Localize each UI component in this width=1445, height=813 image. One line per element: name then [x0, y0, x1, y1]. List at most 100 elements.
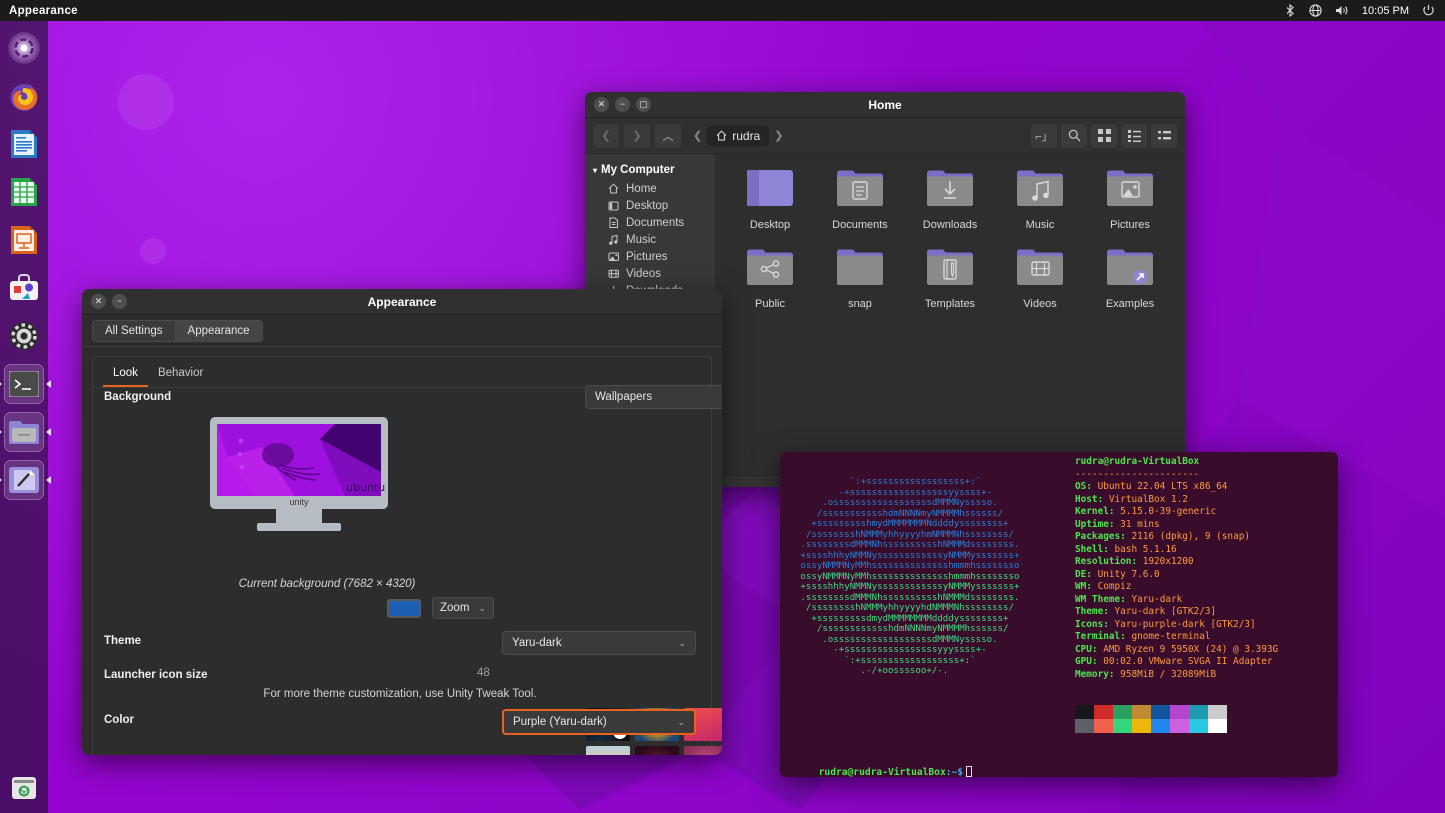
launcher-item-firefox[interactable]	[4, 76, 44, 116]
appearance-titlebar[interactable]: ✕ − Appearance	[82, 289, 722, 315]
wallpaper-thumbnail[interactable]	[586, 746, 630, 755]
launcher-item-libreoffice-calc[interactable]	[4, 172, 44, 212]
prompt-user: rudra@rudra-VirtualBox	[819, 767, 946, 778]
file-item[interactable]: Pictures	[1085, 168, 1175, 231]
back-icon[interactable]: ❮	[593, 124, 619, 148]
terminal-window[interactable]: `:+ssssssssssssssssss+:` -+sssssssssssss…	[780, 452, 1338, 777]
compact-view-icon[interactable]	[1151, 124, 1177, 148]
file-manager-titlebar[interactable]: ✕ − ▢ Home	[585, 92, 1185, 118]
file-item[interactable]: Documents	[815, 168, 905, 231]
sidebar-item-documents[interactable]: Documents	[585, 214, 715, 231]
desktop-icon	[607, 200, 620, 211]
wallpaper-thumbnail[interactable]	[684, 746, 712, 755]
wallpaper-source-select[interactable]: Wallpapers ⌄	[585, 385, 712, 409]
theme-select[interactable]: Yaru-dark ⌄	[502, 631, 696, 655]
file-item[interactable]: Music	[995, 168, 1085, 231]
path-prev-icon[interactable]: ❮	[690, 129, 705, 142]
power-icon[interactable]	[1422, 4, 1435, 17]
folder-icon	[1107, 168, 1153, 208]
libreoffice-calc-icon	[8, 176, 40, 208]
system-settings-icon	[8, 320, 40, 352]
libreoffice-impress-icon	[8, 224, 40, 256]
file-item[interactable]: Templates	[905, 247, 995, 310]
launcher-item-terminal[interactable]	[4, 364, 44, 404]
sidebar-item-videos[interactable]: Videos	[585, 265, 715, 282]
color-select[interactable]: Purple (Yaru-dark) ⌄	[502, 709, 696, 735]
ubuntu-dash-icon	[7, 31, 41, 65]
terminal-output[interactable]: `:+ssssssssssssssssss+:` -+sssssssssssss…	[780, 452, 1338, 777]
minimize-icon[interactable]: −	[615, 97, 630, 112]
all-settings-button[interactable]: All Settings	[92, 320, 176, 342]
terminal-prompt[interactable]: rudra@rudra-VirtualBox:~$	[784, 755, 972, 777]
forward-icon[interactable]: ❯	[624, 124, 650, 148]
close-icon[interactable]: ✕	[91, 294, 106, 309]
file-item[interactable]: Desktop	[725, 168, 815, 231]
bluetooth-icon[interactable]	[1284, 4, 1296, 17]
launcher-item-system-settings[interactable]	[4, 316, 44, 356]
volume-icon[interactable]	[1335, 4, 1349, 17]
path-next-icon[interactable]: ❯	[771, 129, 786, 142]
file-item[interactable]: Downloads	[905, 168, 995, 231]
appearance-button[interactable]: Appearance	[176, 320, 263, 342]
picture-icon	[607, 251, 620, 262]
sidebar-header-label: My Computer	[601, 164, 674, 176]
folder-icon	[1017, 247, 1063, 287]
launcher-item-libreoffice-writer[interactable]	[4, 124, 44, 164]
folder-icon	[747, 247, 793, 287]
minimize-icon[interactable]: −	[112, 294, 127, 309]
neofetch-row: Uptime: 31 mins	[1075, 519, 1278, 532]
maximize-icon[interactable]: ▢	[636, 97, 651, 112]
terminal-icon	[9, 371, 39, 397]
background-zoom-select[interactable]: Zoom ⌄	[432, 597, 494, 619]
music-note-icon	[607, 234, 620, 245]
launcher-item-files[interactable]	[4, 412, 44, 452]
network-icon[interactable]	[1309, 4, 1322, 17]
sidebar-item-pictures[interactable]: Pictures	[585, 248, 715, 265]
launcher-item-ubuntu-software[interactable]	[4, 268, 44, 308]
launcher-item-ubuntu-dash[interactable]	[4, 28, 44, 68]
palette-swatch	[1075, 719, 1094, 733]
file-manager-icon-view[interactable]: DesktopDocumentsDownloads Music Pictures Pu…	[715, 154, 1185, 475]
files-icon	[8, 419, 40, 446]
tab-look[interactable]: Look	[103, 363, 148, 387]
tab-behavior[interactable]: Behavior	[148, 363, 213, 387]
sidebar-item-music[interactable]: Music	[585, 231, 715, 248]
file-manager-toolbar: ❮ ❯ ︿ ❮ rudra ❯ ⌐」	[585, 118, 1185, 154]
file-item[interactable]: Public	[725, 247, 815, 310]
ubuntu-software-icon	[8, 272, 40, 304]
video-icon	[607, 268, 620, 279]
launcher-item-appearance[interactable]	[4, 460, 44, 500]
list-view-icon[interactable]	[1121, 124, 1147, 148]
close-icon[interactable]: ✕	[594, 97, 609, 112]
file-name: Music	[1026, 219, 1055, 231]
neofetch-info: rudra@rudra-VirtualBox------------------…	[1075, 456, 1278, 681]
search-icon[interactable]	[1061, 124, 1087, 148]
palette-swatch	[1113, 705, 1132, 719]
breadcrumb-item-home[interactable]: rudra	[707, 126, 769, 146]
folder-icon	[927, 247, 973, 287]
folder-icon	[837, 168, 883, 208]
file-item[interactable]: Videos	[995, 247, 1085, 310]
background-preview: ubuntu unity	[210, 417, 388, 537]
open-terminal-icon[interactable]: ⌐」	[1031, 124, 1057, 148]
launcher-item-libreoffice-impress[interactable]	[4, 220, 44, 260]
appearance-window[interactable]: ✕ − Appearance All Settings Appearance L…	[82, 289, 722, 755]
neofetch-row: Packages: 2116 (dpkg), 9 (snap)	[1075, 531, 1278, 544]
palette-swatch	[1170, 719, 1189, 733]
sidebar-item-desktop[interactable]: Desktop	[585, 197, 715, 214]
clock-label[interactable]: 10:05 PM	[1362, 5, 1409, 17]
palette-swatch	[1075, 705, 1094, 719]
panel-app-title[interactable]: Appearance	[9, 5, 78, 17]
file-item[interactable]: Examples	[1085, 247, 1175, 310]
color-swatch-fill	[389, 601, 419, 616]
system-tray: 10:05 PM	[1284, 4, 1445, 17]
launcher-item-trash[interactable]	[4, 767, 44, 807]
wallpaper-thumbnail[interactable]	[635, 746, 679, 755]
sidebar-item-home[interactable]: Home	[585, 180, 715, 197]
file-item[interactable]: snap	[815, 247, 905, 310]
sidebar-header[interactable]: ▾ My Computer	[585, 162, 715, 180]
up-icon[interactable]: ︿	[655, 124, 681, 148]
top-panel: Appearance 10:05 PM	[0, 0, 1445, 21]
background-color-swatch[interactable]	[387, 599, 421, 618]
grid-view-icon[interactable]	[1091, 124, 1117, 148]
